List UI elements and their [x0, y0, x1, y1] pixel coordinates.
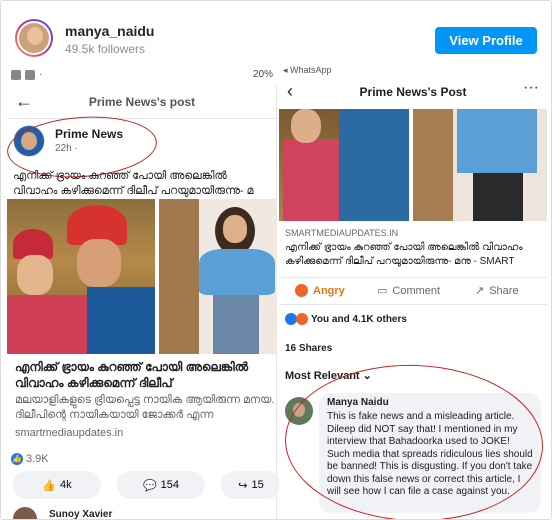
nav-title-right: Prime News's Post [359, 85, 467, 99]
more-options-icon[interactable]: ··· [523, 79, 539, 97]
link-title[interactable]: എനിക്ക് ഭ്രായം കുറഞ്ഞ് പോയി അലെങ്കിൽ വിവ… [15, 359, 275, 391]
whatsapp-back-link[interactable]: ◂ WhatsApp [283, 65, 332, 76]
share-button[interactable]: ↪ 15 [221, 471, 281, 499]
commenter-avatar[interactable] [13, 507, 37, 519]
profile-avatar[interactable] [15, 19, 53, 57]
post-header: manya_naidu 49.5k followers View Profile [1, 1, 551, 65]
post-image: · 20% ← Prime News's post Prime News 22h… [1, 65, 551, 519]
reaction-summary[interactable]: 👍 3.9K [11, 453, 49, 465]
instagram-post-frame: manya_naidu 49.5k followers View Profile… [0, 0, 552, 520]
link-description: മലയാളികളുടെ ഭ്രിയപ്പെട്ട നായിക ആയിരുന്ന … [15, 394, 275, 421]
view-profile-button[interactable]: View Profile [435, 27, 537, 54]
movie-still-image [7, 199, 155, 354]
username[interactable]: manya_naidu [65, 23, 154, 39]
image-icon [11, 69, 21, 80]
annotation-circle-comment [282, 360, 546, 519]
angry-reaction-button[interactable]: Angry [295, 284, 345, 297]
mail-icon [25, 69, 35, 80]
facebook-screenshot-right: ◂ WhatsApp ‹ Prime News's Post ··· SMART… [279, 65, 547, 519]
comment-button[interactable]: 💬 154 [117, 471, 205, 499]
post-text: എനിക്ക് ഭ്രായം കുറഞ്ഞ് പോയി അലെങ്കിൽ വിവ… [13, 170, 254, 197]
share-icon: ↪ [238, 479, 248, 492]
reaction-summary-right[interactable]: You and 4.1K others [285, 313, 407, 325]
comment-button-right[interactable]: ▭ Comment [377, 284, 440, 298]
comment-icon: 💬 [142, 479, 157, 492]
share-button-right[interactable]: ↗ Share [475, 284, 519, 298]
action-bar: Angry ▭ Comment ↗ Share [279, 277, 547, 305]
share-count[interactable]: 16 Shares [285, 343, 332, 354]
actress-photo [159, 199, 277, 354]
link-domain: smartmediaupdates.in [15, 427, 124, 439]
status-bar: · 20% [7, 65, 277, 85]
like-icon: 👍 [42, 479, 57, 492]
reaction-count: 3.9K [26, 453, 49, 465]
angry-face-icon [295, 284, 308, 297]
like-button[interactable]: 👍 4k [13, 471, 101, 499]
fb-post-nav-right: ‹ Prime News's Post ··· [279, 79, 547, 107]
battery-level: 20% [252, 69, 273, 80]
link-preview-image[interactable] [279, 109, 547, 221]
follower-count: 49.5k followers [65, 42, 146, 56]
angry-reaction-icon [296, 313, 308, 325]
link-title-right[interactable]: എനിക്ക് ഭ്രായം കുറഞ്ഞ് പോയി അലെങ്കിൽ വിവ… [285, 241, 543, 269]
fb-post-nav: ← Prime News's post [7, 87, 277, 119]
facebook-screenshot-left: · 20% ← Prime News's post Prime News 22h… [5, 65, 281, 519]
nav-title: Prime News's post [88, 95, 196, 109]
comment-icon: ▭ [377, 285, 388, 297]
commenter-name[interactable]: Sunoy Xavier [49, 509, 112, 519]
like-reaction-icon: 👍 [11, 453, 23, 465]
share-arrow-icon: ↗ [475, 285, 485, 297]
next-comment: Sunoy Xavier [13, 507, 273, 519]
link-domain-right: SMARTMEDIAUPDATES.IN [285, 228, 399, 238]
action-buttons: 👍 4k 💬 154 ↪ 15 [13, 471, 281, 499]
